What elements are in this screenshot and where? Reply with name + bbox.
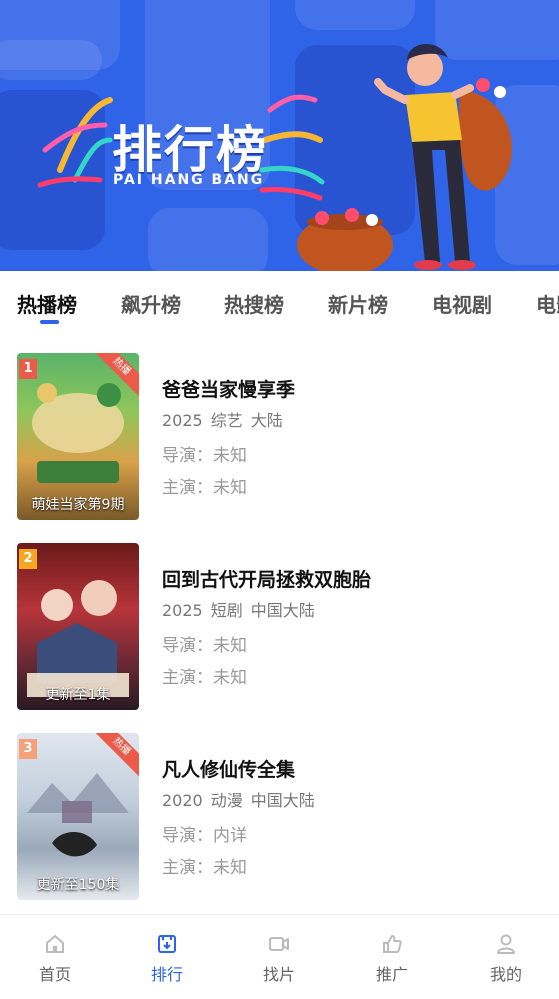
poster-image[interactable]: 2 更新至1集 [17, 543, 139, 710]
item-meta: 2020 动漫 中国大陆 [162, 787, 323, 811]
list-item[interactable]: 1 热播 萌娃当家第9期 爸爸当家慢享季 2025 综艺 大陆 导演：未知 主演：未… [0, 353, 559, 543]
list-item[interactable]: 3 热播 更新至150集 凡人修仙传全集 2020 动漫 中国大陆 导演：内详 主演… [0, 733, 559, 923]
rank-badge: 1 [19, 359, 37, 379]
video-icon [269, 937, 289, 951]
episode-overlay: 更新至150集 [36, 877, 120, 893]
item-title[interactable]: 爸爸当家慢享季 [162, 375, 295, 402]
nav-promotion[interactable]: 推广 [342, 933, 442, 985]
nav-promotion-label: 推广 [375, 965, 408, 984]
nav-find-videos[interactable]: 找片 [229, 933, 329, 985]
item-title[interactable]: 回到古代开局拯救双胞胎 [162, 565, 371, 592]
user-icon [497, 934, 515, 954]
list-item[interactable]: 2 更新至1集 回到古代开局拯救双胞胎 2025 短剧 中国大陆 导演：未知 主演：… [0, 543, 559, 733]
tab-movies[interactable]: 电影 [536, 289, 559, 318]
episode-overlay: 更新至1集 [45, 687, 111, 703]
poster-image[interactable]: 3 热播 更新至150集 [17, 733, 139, 900]
nav-home[interactable]: 首页 [5, 933, 105, 985]
item-actors: 主演：未知 [162, 858, 247, 878]
item-genre: 动漫 [210, 791, 243, 810]
banner-illustration [37, 43, 512, 271]
item-meta: 2025 综艺 大陆 [162, 407, 291, 431]
item-actors: 主演：未知 [162, 478, 247, 498]
nav-profile[interactable]: 我的 [456, 933, 556, 985]
item-genre: 综艺 [210, 411, 243, 430]
ranking-icon [158, 935, 176, 953]
nav-home-label: 首页 [38, 965, 71, 984]
bottom-navigation: 首页 排行 找片 推广 我的 [0, 914, 559, 999]
tab-rising[interactable]: 飙升榜 [121, 289, 181, 318]
item-actors: 主演：未知 [162, 668, 247, 688]
item-region: 大陆 [250, 411, 283, 430]
item-region: 中国大陆 [250, 601, 315, 620]
poster-image[interactable]: 1 热播 萌娃当家第9期 [17, 353, 139, 520]
tab-new-releases[interactable]: 新片榜 [328, 289, 388, 318]
nav-profile-label: 我的 [489, 965, 522, 984]
thumbs-up-icon [383, 935, 402, 953]
ranking-banner: 排行榜 PAI HANG BANG [0, 0, 559, 271]
item-year: 2025 [162, 411, 203, 430]
home-icon [46, 935, 64, 953]
item-genre: 短剧 [210, 601, 243, 620]
item-year: 2025 [162, 601, 203, 620]
nav-ranking-label: 排行 [150, 965, 183, 984]
item-director: 导演：未知 [162, 636, 247, 656]
tab-hot-search[interactable]: 热搜榜 [224, 289, 284, 318]
item-director: 导演：内详 [162, 826, 247, 846]
tab-hot-play[interactable]: 热播榜 [17, 289, 77, 318]
active-tab-indicator [40, 320, 59, 324]
banner-subtitle: PAI HANG BANG [113, 172, 265, 188]
item-meta: 2025 短剧 中国大陆 [162, 597, 323, 621]
episode-overlay: 萌娃当家第9期 [31, 497, 125, 513]
tab-tv-series[interactable]: 电视剧 [432, 289, 492, 318]
nav-ranking[interactable]: 排行 [117, 933, 217, 985]
item-title[interactable]: 凡人修仙传全集 [162, 755, 295, 782]
nav-find-label: 找片 [262, 965, 295, 984]
item-region: 中国大陆 [250, 791, 315, 810]
rank-badge: 2 [19, 549, 37, 569]
rank-badge: 3 [19, 739, 37, 759]
item-year: 2020 [162, 791, 203, 810]
item-director: 导演：未知 [162, 446, 247, 466]
category-tabs: 热播榜 飙升榜 热搜榜 新片榜 电视剧 电影 [0, 271, 559, 331]
